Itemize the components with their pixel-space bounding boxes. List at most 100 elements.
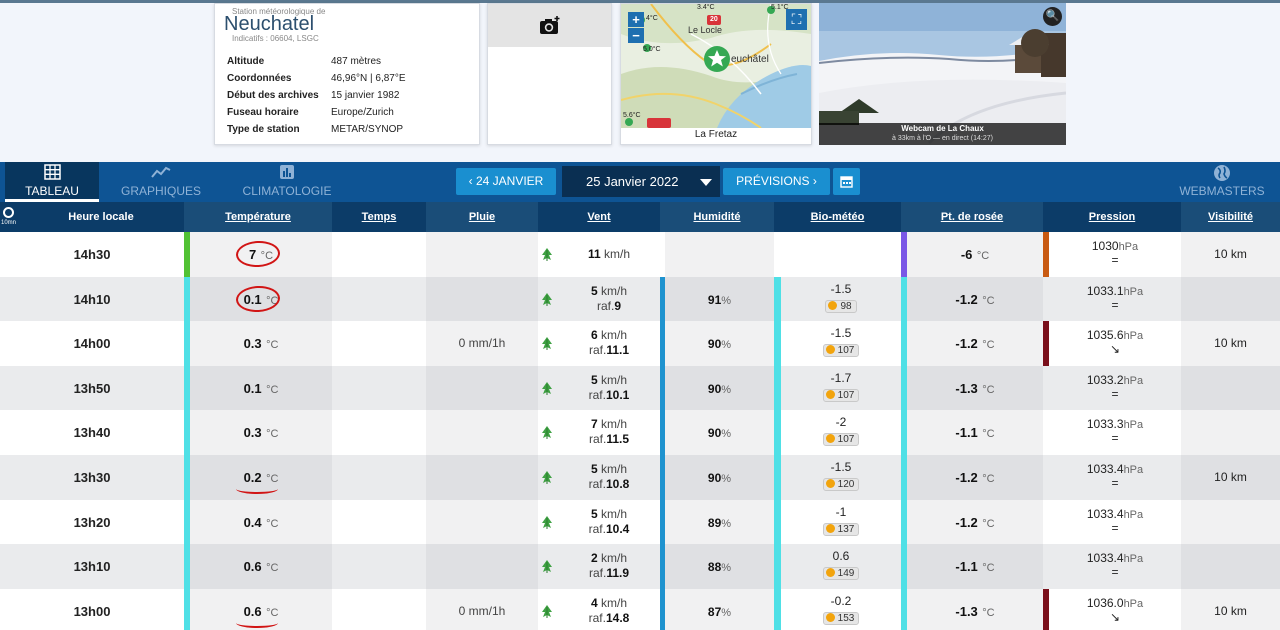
add-photo-card[interactable] [487, 3, 612, 145]
map-area[interactable]: Le Locle euchâtel 20 4°C 5.0°C 5.6°C 5.1… [621, 4, 811, 128]
wind-arrow-cell [538, 588, 558, 630]
table-row: 14h10 0.1 °C 5 km/h raf.9 91% -1.5 98 -1.2 °C 10… [0, 276, 1280, 322]
header-bio-meteo[interactable]: Bio-météo [774, 202, 901, 232]
humidity-cell: 90% [665, 410, 774, 456]
wind-gust-line: raf.9 [558, 299, 660, 313]
map-zoom-in-button[interactable]: + [628, 12, 644, 27]
bio-index-value: 107 [837, 389, 855, 401]
fullscreen-icon[interactable]: ⛶ [786, 9, 807, 30]
sun-icon [825, 523, 835, 533]
header-wind[interactable]: Vent [538, 202, 660, 232]
header-rain[interactable]: Pluie [426, 202, 538, 232]
sun-icon [825, 345, 835, 355]
tab-climatologie[interactable]: CLIMATOLOGIE [236, 162, 338, 202]
calendar-button[interactable] [833, 168, 860, 195]
pressure-trend: = [1111, 476, 1119, 490]
visibility-cell: 10 km [1181, 588, 1280, 630]
header-dew-point[interactable]: Pt. de rosée [901, 202, 1043, 232]
header-temperature[interactable]: Température [184, 202, 332, 232]
humidity-cell: 90% [665, 455, 774, 500]
weather-cell [332, 588, 426, 630]
sun-icon [825, 479, 835, 488]
previous-day-button[interactable]: ‹ 24 JANVIER [456, 168, 556, 195]
wind-speed-value: 6 [590, 328, 598, 343]
bio-color-bar [774, 321, 781, 367]
interval-label: 10mn [1, 220, 17, 226]
bio-value: -1.7 [830, 370, 852, 385]
gust-label: raf. [596, 298, 615, 313]
bio-index-badge: 137 [822, 522, 860, 536]
pressure-cell: 1035.6hPa ↘ [1049, 321, 1181, 367]
map-temp-label: 4°C [646, 15, 658, 22]
dew-point-cell: -1.1 °C [907, 544, 1043, 590]
dew-point-cell: -1.3 °C [907, 588, 1043, 630]
bio-index-value: 137 [837, 523, 855, 535]
webcam-card[interactable]: 🔍 Webcam de La Chaux à 33km à l'O — en d… [819, 3, 1066, 145]
bio-meteo-cell: 0.6 149 [781, 544, 901, 590]
pressure-value: 1033.4 [1086, 462, 1124, 476]
header-weather[interactable]: Temps [332, 202, 426, 232]
header-visibility[interactable]: Visibilité [1181, 202, 1280, 232]
pressure-cell: 1033.4hPa = [1049, 499, 1181, 545]
wind-gust-line: raf.10.1 [558, 388, 660, 402]
temperature-cell: 0.3 °C [190, 410, 332, 456]
pressure-line: 1033.3hPa [1049, 417, 1181, 432]
bio-index-value: 107 [837, 434, 855, 446]
bio-value: -2 [835, 415, 847, 430]
station-label: Fuseau horaire [227, 107, 299, 118]
humidity-cell: 89% [665, 499, 774, 545]
wind-cell: 5 km/h raf.9 [558, 276, 660, 322]
humidity-unit: % [721, 473, 732, 485]
add-photo-button[interactable] [488, 4, 611, 47]
wind-cell: 5 km/h raf.10.1 [558, 365, 660, 411]
station-map[interactable]: Le Locle euchâtel 20 4°C 5.0°C 5.6°C 5.1… [620, 3, 812, 145]
weather-cell [332, 276, 426, 322]
header-humidity[interactable]: Humidité [660, 202, 774, 232]
pressure-cell: 1033.4hPa = [1049, 544, 1181, 590]
humidity-unit: % [721, 294, 732, 307]
header-pressure[interactable]: Pression [1043, 202, 1181, 232]
wind-cell: 7 km/h raf.11.5 [558, 410, 660, 456]
date-select[interactable]: 25 Janvier 2022 [562, 166, 720, 197]
temperature-cell: 7 °C [190, 232, 332, 277]
station-info-card: Station météorologique de Neuchatel Indi… [214, 3, 480, 145]
humidity-unit: % [721, 562, 732, 575]
forecast-button[interactable]: PRÉVISIONS › [723, 168, 830, 195]
tab-tableau[interactable]: TABLEAU [5, 162, 99, 202]
station-row-type: Type de station METAR/SYNOP [227, 121, 406, 138]
station-value: 15 janvier 1982 [331, 90, 400, 101]
wind-direction-icon [542, 381, 552, 395]
annotation-circle [235, 284, 281, 313]
bar-chart-icon [280, 165, 294, 179]
humidity-unit: % [721, 383, 732, 396]
humidity-cell: 87% [665, 588, 774, 630]
gust-label: raf. [588, 610, 606, 625]
tab-graphiques[interactable]: GRAPHIQUES [111, 162, 211, 202]
pressure-line: 1033.4hPa [1049, 507, 1181, 522]
rain-value: 0 [458, 336, 466, 351]
zoom-icon[interactable]: 🔍 [1043, 7, 1062, 26]
humidity-value: 87 [707, 604, 722, 619]
wind-gust-line: raf.11.1 [558, 343, 660, 357]
rain-cell [426, 276, 538, 322]
wind-direction-icon [542, 515, 552, 529]
temperature-cell: 0.4 °C [190, 499, 332, 545]
wind-arrow-cell [538, 232, 558, 277]
gust-value: 11.5 [606, 432, 630, 447]
dew-point-cell: -1.2 °C [907, 321, 1043, 367]
clock-icon[interactable]: 10mn [1, 207, 17, 227]
pressure-value: 1033.4 [1086, 551, 1124, 566]
pressure-trend: = [1111, 297, 1119, 312]
pressure-line: 1033.4hPa [1049, 551, 1181, 566]
header-local-time: Heure locale [68, 211, 134, 223]
wind-speed-value: 7 [590, 417, 598, 432]
wind-speed-value: 5 [590, 372, 598, 387]
wind-arrow-cell [538, 455, 558, 500]
pressure-unit: hPa [1123, 419, 1144, 432]
pressure-cell: 1033.4hPa = [1049, 455, 1181, 500]
map-zoom-out-button[interactable]: − [628, 28, 644, 43]
date-select-value: 25 Janvier 2022 [586, 174, 679, 189]
wind-speed-value: 5 [590, 462, 598, 476]
globe-icon [1214, 165, 1230, 181]
tab-webmasters[interactable]: WEBMASTERS [1172, 162, 1272, 202]
